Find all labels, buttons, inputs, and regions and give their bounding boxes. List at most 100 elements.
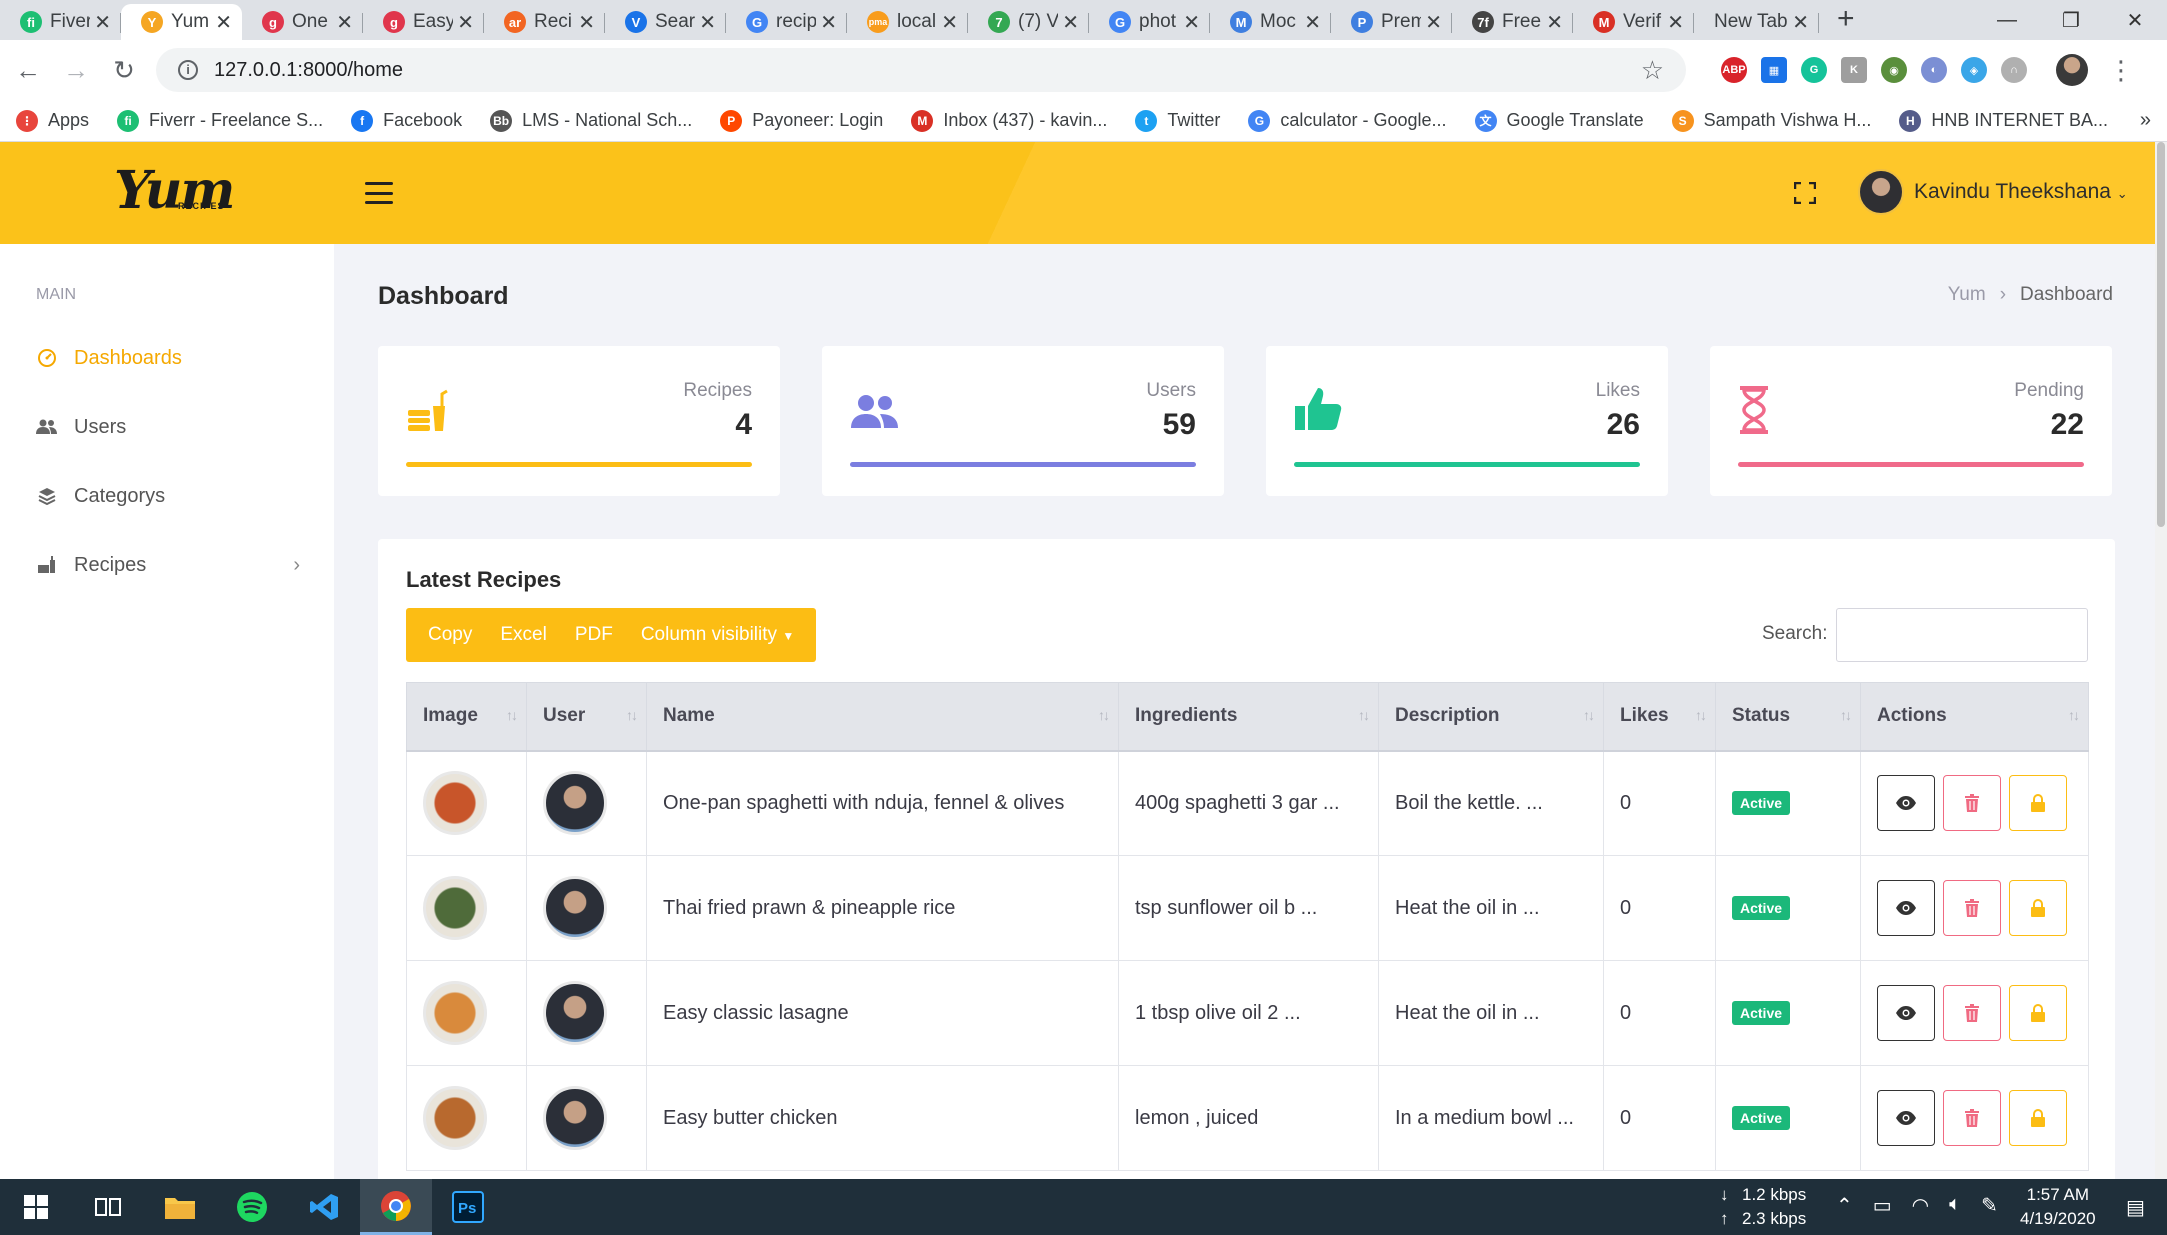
delete-button[interactable] <box>1943 880 2001 936</box>
tab-close-icon[interactable]: ✕ <box>820 10 837 35</box>
browser-menu-icon[interactable]: ⋮ <box>2108 55 2134 86</box>
delete-button[interactable] <box>1943 1090 2001 1146</box>
adblock-extension-icon[interactable]: ABP <box>1721 57 1747 83</box>
reload-icon[interactable]: ↻ <box>104 55 144 86</box>
task-view-icon[interactable] <box>72 1179 144 1235</box>
forward-arrow-icon[interactable]: → <box>56 55 96 86</box>
sort-arrows-icon[interactable]: ↑↓ <box>626 707 638 723</box>
bookmarks-overflow-icon[interactable]: » <box>2140 109 2151 132</box>
sort-arrows-icon[interactable]: ↑↓ <box>1358 707 1370 723</box>
close-window-icon[interactable]: ✕ <box>2103 0 2167 40</box>
column-header[interactable]: Likes ↑↓ <box>1603 682 1716 752</box>
wifi-icon[interactable]: ◠ <box>1912 1193 1929 1218</box>
new-tab-plus-icon[interactable]: + <box>1837 2 1855 36</box>
bookmark-item[interactable]: fi Fiverr - Freelance S... <box>117 109 323 132</box>
tab-close-icon[interactable]: ✕ <box>1546 10 1563 35</box>
sort-arrows-icon[interactable]: ↑↓ <box>2068 707 2080 723</box>
bookmark-item[interactable]: Bb LMS - National Sch... <box>490 109 692 132</box>
pen-icon[interactable]: ✎ <box>1981 1193 1998 1218</box>
browser-tab[interactable]: P Prem ✕ <box>1331 4 1452 40</box>
column-header[interactable]: User ↑↓ <box>526 682 647 752</box>
lock-button[interactable] <box>2009 1090 2067 1146</box>
browser-tab[interactable]: 7f Free ✕ <box>1452 4 1573 40</box>
url-text[interactable]: 127.0.0.1:8000/home <box>214 59 1641 82</box>
browser-tab[interactable]: fi Fiverr✕ <box>0 4 121 40</box>
sidebar-item-recipes[interactable]: Recipes › <box>36 545 300 585</box>
hamburger-menu-icon[interactable] <box>365 182 393 204</box>
tab-close-icon[interactable]: ✕ <box>1792 10 1809 35</box>
column-header[interactable]: Ingredients ↑↓ <box>1118 682 1379 752</box>
chrome-icon[interactable] <box>360 1179 432 1235</box>
sort-arrows-icon[interactable]: ↑↓ <box>506 707 518 723</box>
browser-tab[interactable]: pma local ✕ <box>847 4 968 40</box>
lock-button[interactable] <box>2009 880 2067 936</box>
browser-tab[interactable]: Gphot ✕ <box>1089 4 1210 40</box>
tab-close-icon[interactable]: ✕ <box>215 10 232 35</box>
bookmark-item[interactable]: ⋮ Apps <box>16 109 89 132</box>
tab-close-icon[interactable]: ✕ <box>1062 10 1079 35</box>
browser-tab[interactable]: M Verif ✕ <box>1573 4 1694 40</box>
bookmark-item[interactable]: Gcalculator - Google... <box>1248 109 1447 132</box>
extension-icon[interactable]: ∩ <box>2001 57 2027 83</box>
sort-arrows-icon[interactable]: ↑↓ <box>1583 707 1595 723</box>
view-button[interactable] <box>1877 1090 1935 1146</box>
clock[interactable]: 1:57 AM 4/19/2020 <box>2020 1183 2096 1231</box>
browser-tab[interactable]: V Sear ✕ <box>605 4 726 40</box>
sidebar-item-dashboards[interactable]: Dashboards <box>36 338 300 378</box>
breadcrumb-item[interactable]: Yum <box>1948 284 1986 306</box>
logo[interactable]: Yum <box>114 160 235 221</box>
sort-arrows-icon[interactable]: ↑↓ <box>1840 707 1852 723</box>
extension-icon[interactable]: K <box>1841 57 1867 83</box>
tab-close-icon[interactable]: ✕ <box>1667 10 1684 35</box>
volume-icon[interactable]: 🔈︎ <box>1949 1193 1961 1218</box>
tab-close-icon[interactable]: ✕ <box>699 10 716 35</box>
bookmark-item[interactable]: f Facebook <box>351 109 462 132</box>
column-visibility-button[interactable]: Column visibility ▼ <box>627 624 808 646</box>
bookmark-item[interactable]: S Sampath Vishwa H... <box>1671 109 1871 132</box>
bookmark-item[interactable]: 文 Google Translate <box>1474 109 1644 132</box>
tab-close-icon[interactable]: ✕ <box>941 10 958 35</box>
delete-button[interactable] <box>1943 985 2001 1041</box>
url-field[interactable]: i 127.0.0.1:8000/home ☆ <box>156 48 1686 92</box>
browser-tab[interactable]: Y Yum ✕ <box>121 4 242 40</box>
delete-button[interactable] <box>1943 775 2001 832</box>
lock-button[interactable] <box>2009 775 2067 832</box>
browser-tab[interactable]: Grecip ✕ <box>726 4 847 40</box>
notification-center-icon[interactable]: ▤ <box>2126 1195 2145 1220</box>
sort-arrows-icon[interactable]: ↑↓ <box>1098 707 1110 723</box>
browser-tab[interactable]: g One ✕ <box>242 4 363 40</box>
search-input[interactable] <box>1836 608 2088 662</box>
spotify-icon[interactable] <box>216 1179 288 1235</box>
maximize-icon[interactable]: ❐ <box>2039 0 2103 40</box>
browser-tab[interactable]: ar Reci ✕ <box>484 4 605 40</box>
calendar-extension-icon[interactable]: ▦ <box>1761 57 1787 83</box>
fullscreen-icon[interactable] <box>1794 182 1816 204</box>
tab-new-tab[interactable]: New Tab ✕ <box>1694 4 1819 40</box>
bookmark-item[interactable]: H HNB INTERNET BA... <box>1899 109 2108 132</box>
page-scrollbar-thumb[interactable] <box>2157 142 2165 527</box>
sidebar-item-categorys[interactable]: Categorys <box>36 476 300 516</box>
globe-extension-icon[interactable]: ◉ <box>1881 57 1907 83</box>
user-avatar[interactable] <box>1858 169 1904 215</box>
tab-close-icon[interactable]: ✕ <box>457 10 474 35</box>
grammarly-extension-icon[interactable]: G <box>1801 57 1827 83</box>
lock-button[interactable] <box>2009 985 2067 1041</box>
column-header[interactable]: Actions ↑↓ <box>1860 682 2089 752</box>
extension-icon[interactable]: ◐ <box>1921 57 1947 83</box>
view-button[interactable] <box>1877 880 1935 936</box>
sidebar-item-users[interactable]: Users <box>36 407 300 447</box>
copy-button[interactable]: Copy <box>414 624 486 646</box>
battery-icon[interactable]: ▭ <box>1873 1193 1892 1218</box>
pdf-button[interactable]: PDF <box>561 624 627 646</box>
bookmark-item[interactable]: P Payoneer: Login <box>720 109 883 132</box>
user-menu[interactable]: Kavindu Theekshana ⌄ <box>1914 180 2128 204</box>
tab-close-icon[interactable]: ✕ <box>1425 10 1442 35</box>
column-header[interactable]: Status ↑↓ <box>1715 682 1861 752</box>
tray-chevron-up-icon[interactable]: ⌃ <box>1836 1193 1853 1218</box>
site-info-icon[interactable]: i <box>178 60 198 80</box>
vscode-icon[interactable] <box>288 1179 360 1235</box>
file-explorer-icon[interactable] <box>144 1179 216 1235</box>
excel-button[interactable]: Excel <box>486 624 560 646</box>
photoshop-icon[interactable]: Ps <box>432 1179 504 1235</box>
view-button[interactable] <box>1877 775 1935 832</box>
